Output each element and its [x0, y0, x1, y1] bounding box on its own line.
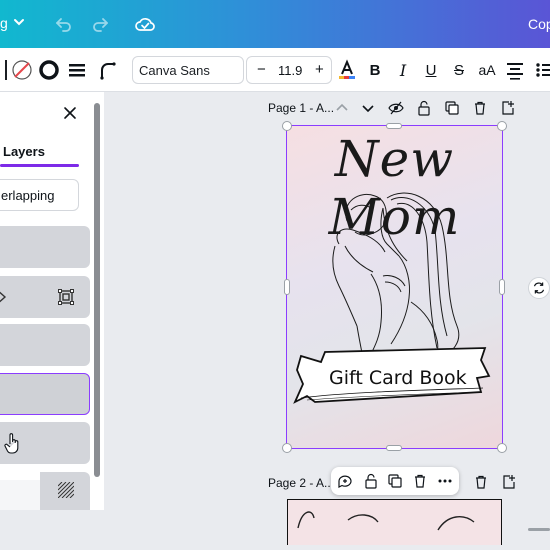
- duplicate-page-icon[interactable]: [444, 100, 460, 116]
- resize-handle[interactable]: [497, 121, 507, 131]
- gift-card-book-text[interactable]: Gift Card Book: [329, 367, 467, 389]
- underline-button[interactable]: U: [419, 58, 443, 82]
- footer-strip: [0, 545, 550, 550]
- font-family-dropdown[interactable]: Canva Sans: [132, 56, 244, 84]
- cloud-saved-icon[interactable]: [134, 13, 156, 35]
- increase-size-button[interactable]: +: [315, 61, 324, 78]
- align-center-icon[interactable]: [503, 58, 527, 82]
- add-page-icon[interactable]: [501, 474, 517, 490]
- layer-item[interactable]: [0, 324, 90, 366]
- italic-button[interactable]: I: [391, 58, 415, 82]
- letter-case-button[interactable]: aA: [475, 58, 499, 82]
- lock-icon[interactable]: [416, 100, 432, 116]
- delete-page-icon[interactable]: [473, 474, 489, 490]
- page-1-canvas[interactable]: New Mom Gift Card Book: [286, 125, 503, 449]
- redo-icon[interactable]: [90, 14, 110, 34]
- resize-handle[interactable]: [499, 279, 505, 295]
- overlapping-filter[interactable]: erlapping: [0, 179, 79, 211]
- resize-handle[interactable]: [497, 443, 507, 453]
- delete-icon[interactable]: [412, 473, 428, 489]
- layer-item[interactable]: [0, 276, 90, 318]
- tab-layers[interactable]: Layers: [3, 144, 45, 159]
- comment-icon[interactable]: [337, 473, 353, 489]
- canvas-scrollbar[interactable]: [528, 528, 550, 531]
- close-icon[interactable]: [62, 105, 78, 121]
- page-1-actions: [334, 100, 518, 118]
- floating-context-toolbar: [331, 467, 459, 495]
- layer-item[interactable]: [0, 422, 90, 464]
- chevron-up-icon[interactable]: [334, 100, 350, 116]
- undo-icon[interactable]: [54, 14, 74, 34]
- chevron-down-icon[interactable]: [360, 100, 376, 116]
- resize-handle[interactable]: [386, 123, 402, 129]
- font-size-value[interactable]: 11.9: [278, 63, 302, 78]
- layer-item[interactable]: [40, 472, 90, 510]
- font-size-stepper[interactable]: − 11.9 +: [246, 56, 332, 84]
- page-2-label[interactable]: Page 2 - A...: [268, 476, 334, 490]
- rotate-icon[interactable]: [528, 277, 550, 299]
- position-panel: Layers erlapping: [0, 92, 104, 510]
- resize-handle[interactable]: [386, 445, 402, 451]
- layer-item[interactable]: [0, 226, 90, 268]
- new-mom-title[interactable]: New Mom: [287, 130, 502, 246]
- active-tab-indicator: [0, 164, 79, 167]
- page-2-lettering: [297, 511, 475, 531]
- panel-scrollbar[interactable]: [94, 103, 100, 477]
- layer-item[interactable]: [0, 480, 40, 510]
- duplicate-icon[interactable]: [387, 473, 403, 489]
- resize-handle[interactable]: [282, 443, 292, 453]
- corner-rounding-icon[interactable]: [96, 58, 120, 82]
- page-1-label[interactable]: Page 1 - A...: [268, 101, 334, 115]
- bulleted-list-icon[interactable]: [532, 58, 550, 82]
- decrease-size-button[interactable]: −: [257, 61, 266, 78]
- resize-handle[interactable]: [284, 279, 290, 295]
- pattern-fill-icon: [58, 482, 74, 498]
- layer-item-selected[interactable]: [0, 373, 90, 415]
- file-menu-label[interactable]: g: [0, 15, 8, 31]
- add-page-icon[interactable]: [500, 100, 516, 116]
- page-2-canvas[interactable]: [287, 499, 502, 550]
- no-color-icon[interactable]: [10, 58, 34, 82]
- group-icon[interactable]: [58, 289, 74, 305]
- hand-cursor-icon: [4, 433, 19, 454]
- chevron-down-icon[interactable]: [13, 16, 25, 28]
- border-weight-icon[interactable]: [37, 58, 61, 82]
- bold-button[interactable]: B: [363, 58, 387, 82]
- delete-page-icon[interactable]: [472, 100, 488, 116]
- strikethrough-button[interactable]: S: [447, 58, 471, 82]
- ribbon-shape-icon: [0, 291, 7, 303]
- text-color-icon[interactable]: [335, 58, 359, 82]
- border-style-icon[interactable]: [65, 58, 89, 82]
- copy-button-label[interactable]: Cop: [528, 16, 550, 32]
- more-options-icon[interactable]: [437, 473, 453, 489]
- lock-icon[interactable]: [363, 473, 379, 489]
- resize-handle[interactable]: [282, 121, 292, 131]
- hide-page-icon[interactable]: [388, 100, 404, 116]
- top-bar: g Cop: [0, 0, 550, 48]
- editor-toolbar: Canva Sans − 11.9 + B I U S aA: [0, 48, 550, 92]
